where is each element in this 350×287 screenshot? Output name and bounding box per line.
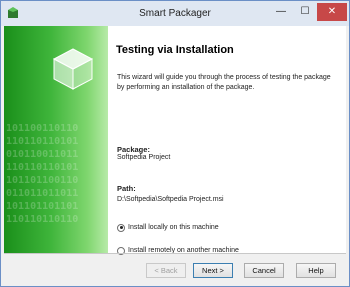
next-button[interactable]: Next >: [193, 263, 233, 278]
title-bar[interactable]: Smart Packager — ☐ ✕: [1, 1, 349, 26]
close-button[interactable]: ✕: [317, 3, 347, 21]
wizard-body: 101100110110 110110110101 010110011011 1…: [4, 26, 346, 256]
wizard-sidebar: 101100110110 110110110101 010110011011 1…: [4, 26, 108, 253]
radio-selected-icon[interactable]: [117, 223, 125, 232]
binary-pattern: 101100110110 110110110101 010110011011 1…: [6, 123, 79, 225]
path-value: D:\Softpedia\Softpedia Project.msi: [117, 196, 224, 203]
cancel-button[interactable]: Cancel: [244, 263, 284, 278]
package-value: Softpedia Project: [117, 154, 171, 161]
package-cube-icon: [52, 48, 94, 90]
package-label: Package:: [117, 145, 150, 154]
install-locally-option[interactable]: Install locally on this machine: [117, 222, 219, 233]
path-label: Path:: [117, 184, 136, 193]
install-remotely-option[interactable]: Install remotely on another machine: [117, 245, 239, 256]
install-locally-label: Install locally on this machine: [128, 224, 219, 231]
page-title: Testing via Installation: [116, 44, 234, 56]
intro-text: This wizard will guide you through the p…: [117, 74, 331, 91]
wizard-content: Testing via Installation This wizard wil…: [116, 26, 344, 256]
maximize-button[interactable]: ☐: [293, 3, 317, 21]
minimize-button[interactable]: —: [269, 3, 293, 21]
wizard-window: Smart Packager — ☐ ✕ 101100110110 110110…: [0, 0, 350, 287]
help-button[interactable]: Help: [296, 263, 336, 278]
back-button[interactable]: < Back: [146, 263, 186, 278]
button-separator: [4, 253, 346, 254]
